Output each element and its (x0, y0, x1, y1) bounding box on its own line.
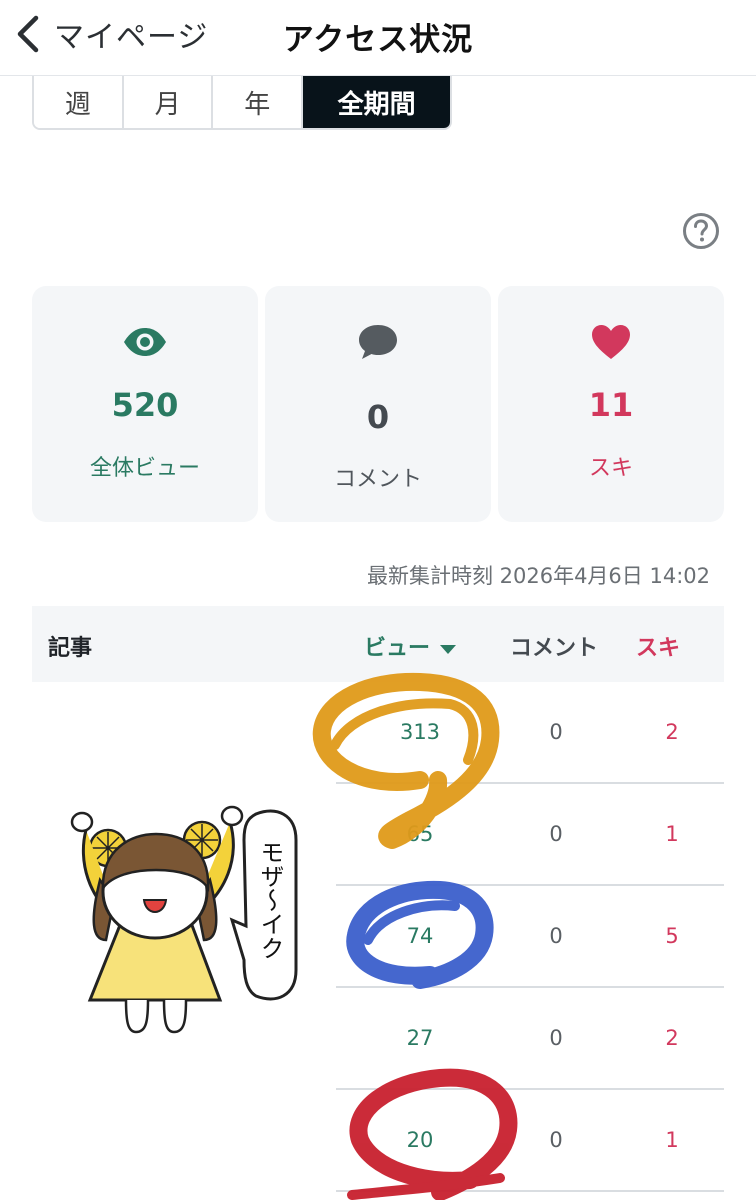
period-selector: 週 月 年 全期間 (32, 76, 452, 130)
likes-card: 11 スキ (498, 286, 724, 522)
table-row[interactable]: 313 0 2 (336, 682, 724, 784)
comments-total: 0 (366, 398, 390, 436)
row-views: 313 (399, 720, 441, 744)
row-likes: 1 (665, 822, 679, 846)
likes-total: 11 (588, 386, 634, 424)
comments-label: コメント (333, 467, 422, 492)
row-likes: 5 (665, 924, 679, 948)
tab-year[interactable]: 年 (213, 76, 304, 128)
tab-month[interactable]: 月 (123, 76, 214, 128)
row-likes: 2 (665, 1026, 679, 1050)
views-label: 全体ビュー (89, 456, 200, 481)
tab-week[interactable]: 週 (34, 76, 124, 128)
row-comments: 0 (549, 1128, 563, 1152)
column-comments[interactable]: コメント (510, 630, 598, 662)
heart-icon (592, 325, 630, 359)
help-icon[interactable] (682, 212, 720, 250)
row-comments: 0 (549, 720, 563, 744)
page-title: アクセス状況 (282, 22, 474, 58)
table-row[interactable]: 65 0 1 (336, 784, 724, 886)
row-divider (336, 1190, 724, 1192)
table-row[interactable]: 74 0 5 (336, 886, 724, 988)
column-article: 記事 (48, 636, 93, 661)
speech-bubble-icon (359, 325, 397, 359)
row-views: 27 (406, 1026, 434, 1050)
views-total: 520 (111, 386, 179, 424)
row-likes: 1 (665, 1128, 679, 1152)
column-views-sort[interactable]: ビュー (364, 630, 457, 662)
last-updated: 最新集計時刻 2026年4月6日 14:02 (366, 564, 710, 588)
row-views: 20 (406, 1128, 434, 1152)
eye-icon (124, 328, 166, 356)
row-comments: 0 (549, 924, 563, 948)
column-likes[interactable]: スキ (636, 630, 680, 662)
row-comments: 0 (549, 822, 563, 846)
girl-illustration: モザ〜イク (70, 805, 298, 1034)
speech-text: モザ〜イク (256, 840, 284, 960)
column-views-label: ビュー (364, 636, 431, 661)
table-row[interactable]: 27 0 2 (336, 988, 724, 1090)
sort-desc-icon (440, 644, 457, 654)
table-row[interactable]: 20 0 1 (336, 1090, 724, 1192)
row-views: 74 (406, 924, 434, 948)
row-comments: 0 (549, 1026, 563, 1050)
table-header: 記事 ビュー コメント スキ (32, 606, 724, 682)
likes-label: スキ (588, 456, 633, 481)
row-likes: 2 (665, 720, 679, 744)
comments-card: 0 コメント (265, 286, 491, 522)
tab-all-time[interactable]: 全期間 (303, 76, 450, 128)
top-bar: マイページ アクセス状況 (0, 0, 756, 76)
row-views: 65 (406, 822, 434, 846)
views-card: 520 全体ビュー (32, 286, 258, 522)
